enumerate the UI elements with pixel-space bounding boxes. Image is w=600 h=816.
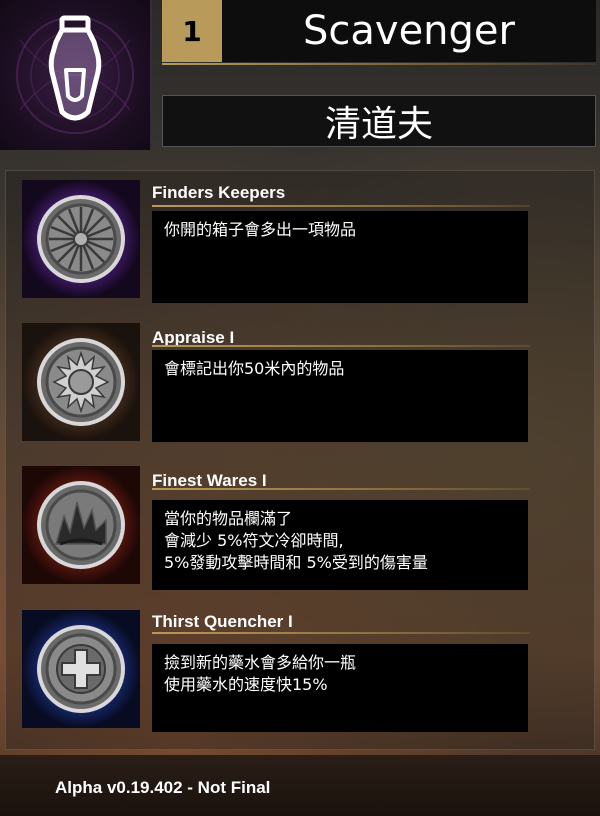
version-label: Alpha v0.19.402 - Not Final: [55, 778, 271, 797]
perk-description-line: 會減少 5%符文冷卻時間,: [164, 531, 344, 550]
potion-icon: [16, 15, 134, 134]
perk-description: 撿到新的藥水會多給你一瓶 使用藥水的速度快15%: [152, 644, 528, 732]
perk-name: Finders Keepers: [152, 183, 286, 202]
perk-description-line: 撿到新的藥水會多給你一瓶: [164, 653, 357, 672]
perk-divider: [152, 632, 530, 634]
perk-divider: [152, 488, 530, 490]
perk-appraise[interactable]: Appraise I 會標記出你50米內的物品: [0, 323, 600, 453]
finest-wares-icon: [22, 466, 140, 584]
perk-thirst-quencher[interactable]: Thirst Quencher I 撿到新的藥水會多給你一瓶 使用藥水的速度快1…: [0, 610, 600, 740]
perk-description-line: 使用藥水的速度快15%: [164, 675, 328, 694]
perk-description: 會標記出你50米內的物品: [152, 350, 528, 442]
perk-name: Thirst Quencher I: [152, 612, 293, 631]
perk-description-line: 5%發動攻擊時間和 5%受到的傷害量: [164, 553, 428, 572]
title-divider: [162, 63, 596, 65]
perk-description: 當你的物品欄滿了 會減少 5%符文冷卻時間, 5%發動攻擊時間和 5%受到的傷害…: [152, 500, 528, 590]
thirst-quencher-icon: [22, 610, 140, 728]
appraise-icon: [22, 323, 140, 441]
perk-finest-wares[interactable]: Finest Wares I 當你的物品欄滿了 會減少 5%符文冷卻時間, 5%…: [0, 466, 600, 596]
perk-finders-keepers[interactable]: Finders Keepers 你開的箱子會多出一項物品: [0, 180, 600, 310]
perk-description-line: 你開的箱子會多出一項物品: [164, 220, 357, 239]
perk-description: 你開的箱子會多出一項物品: [152, 211, 528, 303]
finders-keepers-icon: [22, 180, 140, 298]
class-subtitle: 清道夫: [162, 95, 596, 147]
perk-description-line: 當你的物品欄滿了: [164, 509, 293, 528]
rank-badge: 1: [162, 0, 222, 62]
class-title: Scavenger: [222, 0, 596, 62]
class-emblem: [0, 0, 152, 150]
perk-divider: [152, 345, 530, 347]
perk-description-line: 會標記出你50米內的物品: [164, 359, 345, 378]
perk-divider: [152, 205, 530, 207]
